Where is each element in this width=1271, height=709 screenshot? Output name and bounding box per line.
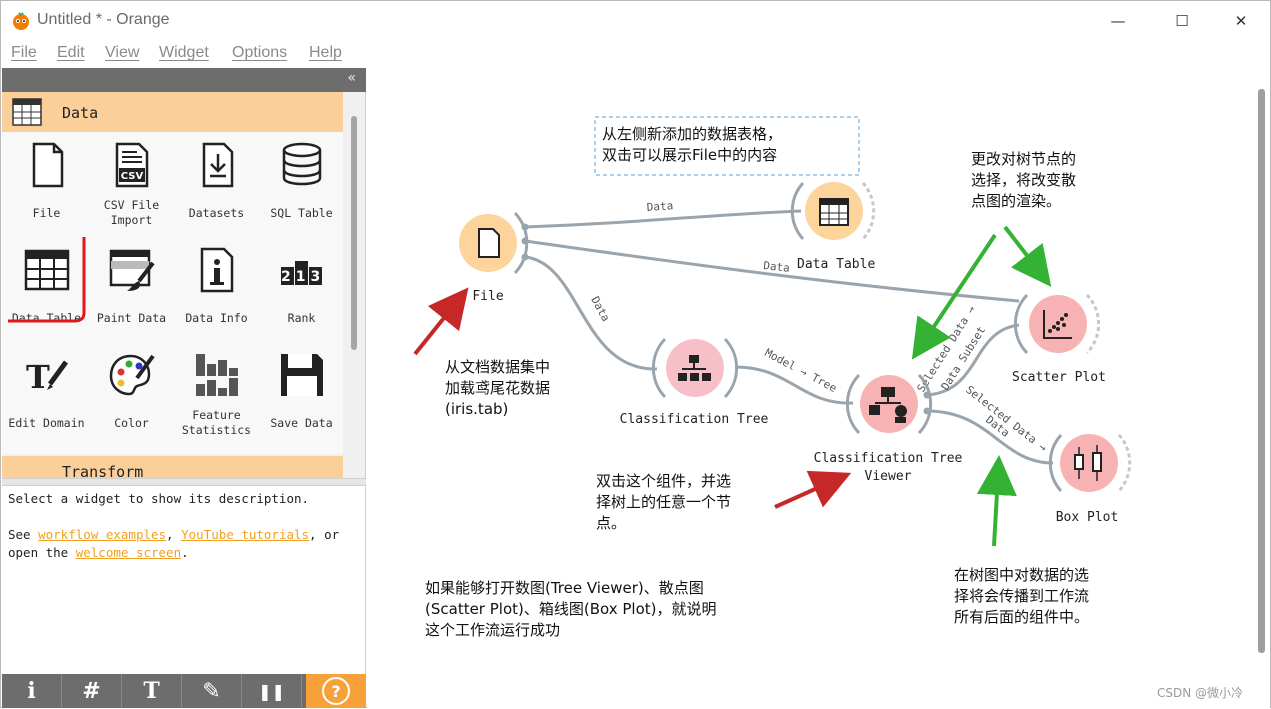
widget-color[interactable]: Color [89, 342, 174, 447]
widget-label: Datasets [188, 206, 245, 220]
orange-logo-icon [13, 12, 29, 30]
window-title: Untitled * - Orange [37, 11, 170, 28]
file-icon [32, 142, 64, 188]
menu-bar: File Edit View Widget Options Help [1, 41, 1270, 67]
category-data-header[interactable]: Data [2, 92, 343, 132]
widget-label: Feature Statistics [181, 408, 252, 437]
widget-toolbox: « Data File CSV CSV File Import Datasets… [2, 68, 366, 708]
csv-icon: CSV [115, 142, 149, 188]
welcome-screen-link[interactable]: welcome screen [76, 545, 181, 560]
help-icon: ? [322, 677, 350, 705]
pause-icon: ❚❚ [258, 681, 285, 701]
category-transform-header[interactable]: Transform [2, 456, 343, 478]
sql-icon [282, 142, 322, 186]
maximize-button[interactable]: ☐ [1162, 7, 1202, 35]
collapse-icon[interactable]: « [347, 70, 356, 86]
close-button[interactable]: ✕ [1221, 7, 1261, 35]
stats-icon [196, 354, 238, 396]
datasets-icon [202, 142, 234, 188]
description-panel: Select a widget to show its description.… [2, 486, 365, 676]
description-text: Select a widget to show its description. [8, 491, 310, 506]
menu-widget[interactable]: Widget [159, 44, 209, 62]
youtube-tutorials-link[interactable]: YouTube tutorials [181, 527, 309, 542]
widget-data-table[interactable]: Data Table [4, 237, 89, 342]
widget-label: Color [114, 416, 149, 430]
widget-label: Data Info [185, 311, 248, 325]
info-icon [200, 247, 234, 293]
category-transform-label: Transform [62, 463, 144, 478]
toolbox-scrollbar[interactable] [351, 116, 357, 350]
widget-label: Paint Data [96, 311, 167, 325]
widget-grid: File CSV CSV File Import Datasets SQL Ta… [2, 132, 343, 454]
widget-edit-domain[interactable]: T Edit Domain [4, 342, 89, 447]
node-label-data-table[interactable]: Data Table [797, 257, 875, 272]
text-annotation-button[interactable]: T [122, 674, 182, 708]
watermark: CSDN @微小冷 [1157, 686, 1244, 700]
widget-feature-statistics[interactable]: Feature Statistics [174, 342, 259, 447]
menu-file[interactable]: File [11, 44, 37, 62]
info-button[interactable]: i [2, 674, 62, 708]
rank-digits: 213 [281, 269, 326, 285]
title-bar: Untitled * - Orange — ☐ ✕ [1, 1, 1270, 41]
annotation-bottom-right[interactable]: 在树图中对数据的选 择将会传播到工作流 所有后面的组件中。 [954, 565, 1089, 628]
menu-help[interactable]: Help [309, 44, 342, 62]
node-label-file[interactable]: File [463, 289, 513, 304]
svg-text:T: T [26, 358, 50, 396]
pen-icon: ✎ [202, 678, 221, 704]
panel-splitter[interactable] [2, 478, 366, 486]
text-icon: T [143, 678, 160, 704]
annotation-top[interactable]: 从左侧新添加的数据表格， 双击可以展示File中的内容 [602, 124, 782, 166]
palette-icon [109, 354, 155, 396]
menu-edit[interactable]: Edit [57, 44, 85, 62]
node-label-tree-viewer-2[interactable]: Viewer [813, 469, 963, 484]
menu-options[interactable]: Options [232, 44, 287, 62]
grid-button[interactable]: # [62, 674, 122, 708]
widget-label: Edit Domain [8, 416, 85, 430]
widget-csv-file-import[interactable]: CSV CSV File Import [89, 132, 174, 237]
widget-rank[interactable]: 213 Rank [259, 237, 344, 342]
widget-sql-table[interactable]: SQL Table [259, 132, 344, 237]
node-label-classification-tree[interactable]: Classification Tree [619, 412, 769, 427]
canvas-scrollbar[interactable] [1258, 89, 1265, 653]
svg-text:CSV: CSV [121, 171, 144, 182]
node-label-box-plot[interactable]: Box Plot [1047, 510, 1127, 525]
widget-label: SQL Table [270, 206, 333, 220]
widget-label: Save Data [270, 416, 333, 430]
pause-button[interactable]: ❚❚ [242, 674, 302, 708]
edit-domain-icon: T [26, 358, 69, 396]
menu-view[interactable]: View [105, 44, 139, 62]
table-icon [12, 98, 42, 126]
widget-label: File [32, 206, 61, 220]
description-links-line: See workflow examples, YouTube tutorials… [8, 527, 340, 542]
annotation-top-right[interactable]: 更改对树节点的 选择，将改变散 点图的渲染。 [971, 149, 1076, 212]
widget-data-info[interactable]: Data Info [174, 237, 259, 342]
widget-paint-data[interactable]: Paint Data [89, 237, 174, 342]
info-icon: i [27, 678, 36, 704]
grid-icon: # [82, 678, 101, 704]
canvas-toolbar: i # T ✎ ❚❚ ? [2, 674, 366, 708]
node-label-scatter-plot[interactable]: Scatter Plot [1009, 370, 1109, 385]
save-icon [281, 354, 323, 396]
widget-label: Rank [287, 311, 316, 325]
description-welcome-line: open the welcome screen. [8, 545, 189, 560]
help-button[interactable]: ? [306, 674, 366, 708]
annotation-bottom-left[interactable]: 如果能够打开数图(Tree Viewer)、散点图 (Scatter Plot)、… [425, 578, 717, 641]
orange-window: Untitled * - Orange — ☐ ✕ File Edit View… [0, 0, 1271, 708]
widget-save-data[interactable]: Save Data [259, 342, 344, 447]
widget-datasets[interactable]: Datasets [174, 132, 259, 237]
arrow-annotation-button[interactable]: ✎ [182, 674, 242, 708]
annotation-middle[interactable]: 双击这个组件，并选 择树上的任意一个节 点。 [596, 471, 731, 534]
widget-label: CSV File Import [103, 198, 160, 227]
minimize-button[interactable]: — [1098, 7, 1138, 35]
red-highlight-mark [8, 237, 86, 323]
widget-file[interactable]: File [4, 132, 89, 237]
annotation-left[interactable]: 从文档数据集中 加载鸢尾花数据 (iris.tab) [445, 357, 550, 420]
paint-icon [109, 249, 155, 291]
workflow-examples-link[interactable]: workflow examples [38, 527, 166, 542]
node-label-tree-viewer[interactable]: Classification Tree [813, 451, 963, 466]
toolbox-collapse-bar[interactable]: « [2, 68, 366, 92]
category-data-label: Data [62, 104, 99, 122]
